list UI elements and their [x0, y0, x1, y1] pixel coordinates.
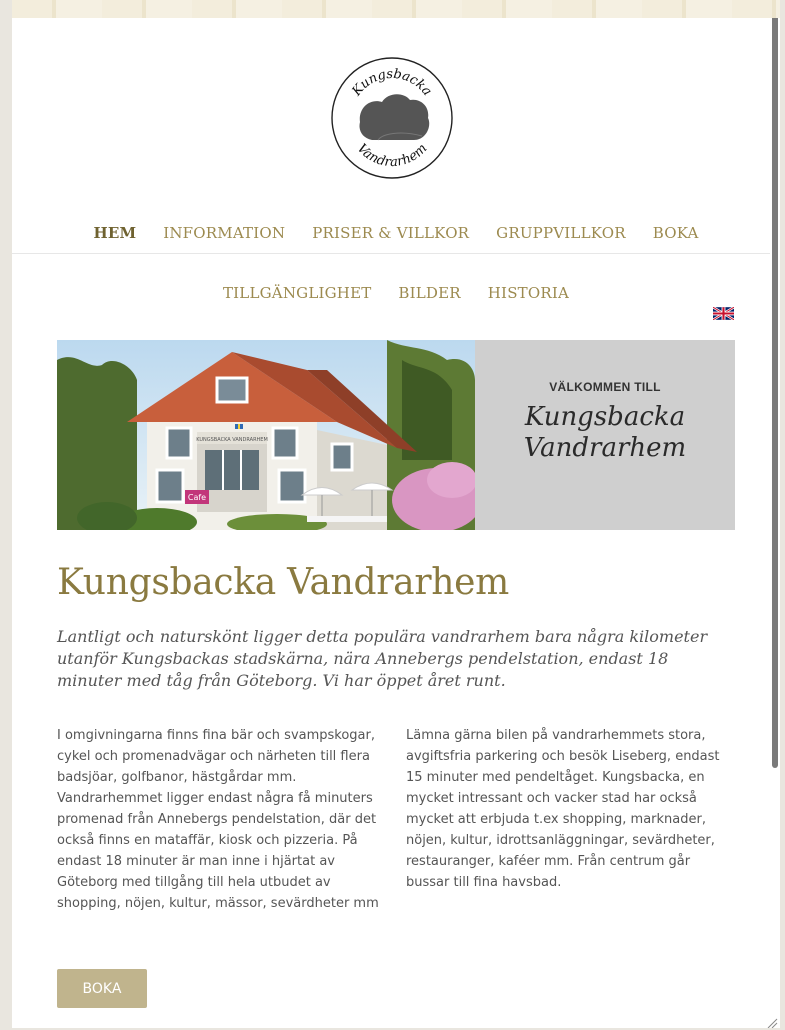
- house-sign: KUNGSBACKA VANDRARHEM: [196, 437, 268, 443]
- scrollbar-track[interactable]: [770, 18, 780, 1028]
- hostel-photo: KUNGSBACKA VANDRARHEM Cafe: [57, 340, 475, 530]
- hero-welcome-panel: VÄLKOMMEN TILL Kungsbacka Vandrarhem: [475, 340, 735, 530]
- cafe-sign: Cafe: [188, 493, 206, 502]
- lead-paragraph: Lantligt och naturskönt ligger detta pop…: [57, 627, 708, 690]
- nav-item-priser-villkor[interactable]: PRISER & VILLKOR: [312, 224, 469, 242]
- page-title: Kungsbacka Vandrarhem: [57, 562, 509, 603]
- boka-button[interactable]: BOKA: [57, 969, 147, 1008]
- top-decorative-band: [12, 0, 780, 18]
- hero-name-line2: Vandrarhem: [523, 433, 687, 463]
- hero-welcome-text: VÄLKOMMEN TILL: [549, 380, 661, 394]
- secondary-nav: TILLGÄNGLIGHET BILDER HISTORIA: [12, 284, 780, 302]
- nav-divider: [12, 253, 780, 254]
- nav-item-tillganglighet[interactable]: TILLGÄNGLIGHET: [223, 284, 371, 302]
- primary-nav: HEM INFORMATION PRISER & VILLKOR GRUPPVI…: [12, 224, 780, 242]
- page: Kungsbacka Vandrarhem HEM INFORMATION PR…: [12, 18, 780, 1028]
- content-column-right: Lämna gärna bilen på vandrarhemmets stor…: [406, 728, 720, 890]
- nav-item-boka[interactable]: BOKA: [653, 224, 699, 242]
- content-column-left: I omgivningarna finns fina bär och svamp…: [57, 728, 379, 911]
- resize-grip-icon[interactable]: [766, 1014, 778, 1028]
- nav-item-gruppvillkor[interactable]: GRUPPVILLKOR: [496, 224, 626, 242]
- nav-item-historia[interactable]: HISTORIA: [488, 284, 569, 302]
- hero-name-line1: Kungsbacka: [524, 402, 686, 432]
- uk-flag-icon[interactable]: [712, 305, 735, 321]
- nav-item-hem[interactable]: HEM: [93, 224, 136, 242]
- hero-banner: KUNGSBACKA VANDRARHEM Cafe VÄLKOMMEN TIL…: [57, 340, 735, 530]
- logo-emblem: Kungsbacka Vandrarhem: [331, 57, 453, 179]
- nav-item-information[interactable]: INFORMATION: [163, 224, 285, 242]
- nav-item-bilder[interactable]: BILDER: [398, 284, 460, 302]
- site-logo[interactable]: Kungsbacka Vandrarhem: [330, 56, 454, 180]
- scrollbar-thumb[interactable]: [772, 18, 778, 768]
